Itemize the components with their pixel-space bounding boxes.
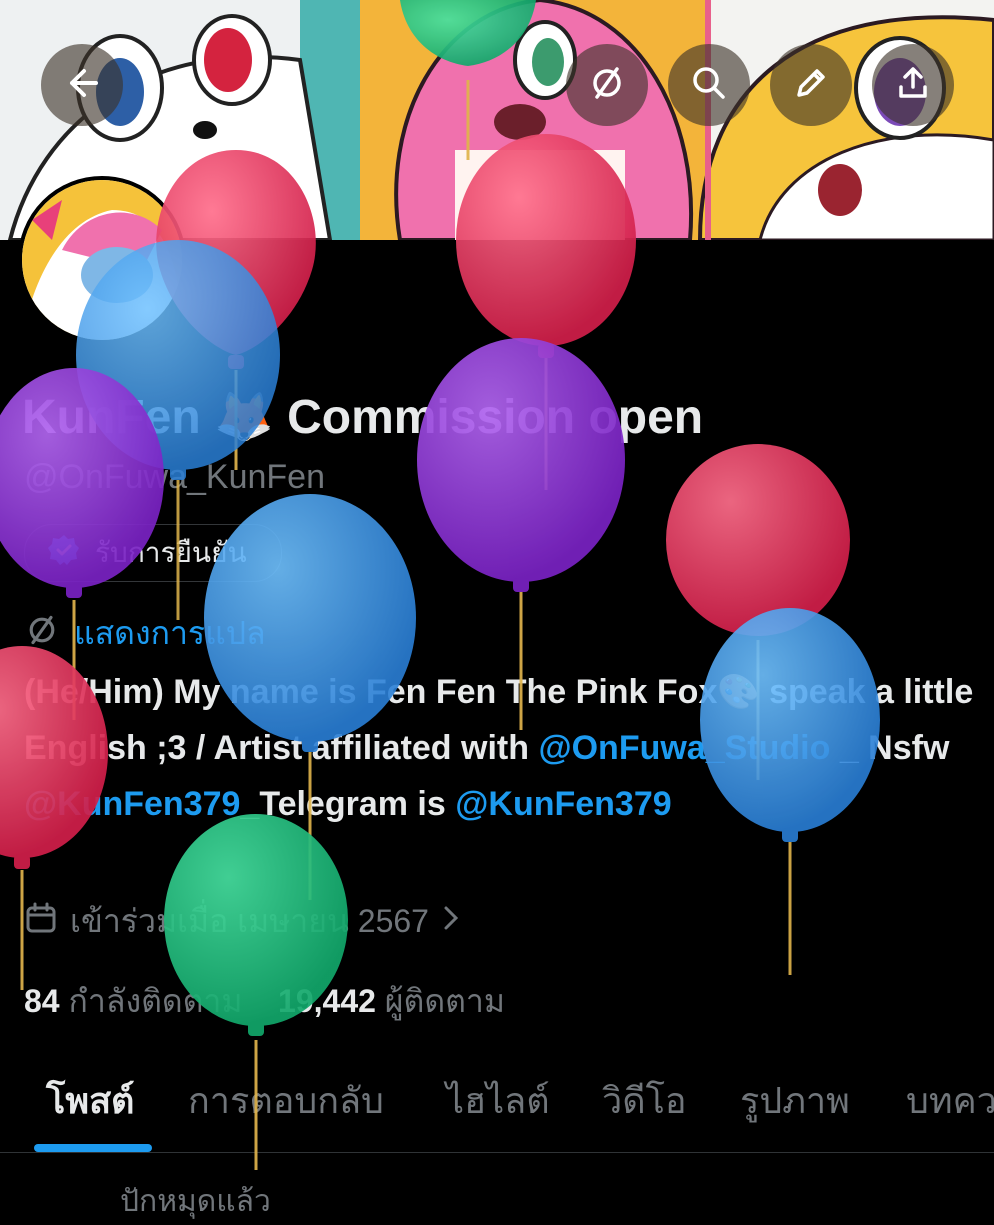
show-translation-link[interactable]: แสดงการแปล [24,608,266,659]
translate-off-icon [24,612,60,656]
tab-highlights[interactable]: ไฮไลต์ [446,1072,550,1129]
tab-videos[interactable]: วิดีโอ [602,1072,687,1129]
pencil-icon [791,63,831,108]
arrow-left-icon [62,63,102,108]
following-link[interactable]: 84 กำลังติดตาม [24,983,242,1019]
profile-tabs: โพสต์ การตอบกลับ ไฮไลต์ วิดีโอ รูปภาพ บท… [0,1060,994,1153]
following-label: กำลังติดตาม [68,983,243,1019]
profile-bio: (He/Him) My name is Fen Fen The Pink Fox… [24,664,984,832]
edit-button[interactable] [770,44,852,126]
bio-text: _Telegram is [240,785,456,823]
active-tab-indicator [34,1144,152,1152]
bio-mention-nsfw[interactable]: @KunFen379 [24,785,240,823]
tab-replies[interactable]: การตอบกลับ [188,1072,384,1129]
get-verified-button[interactable]: รับการยืนยัน [24,524,282,582]
bio-text: _ Nsfw [830,729,950,767]
translate-off-icon [587,63,627,108]
tab-articles[interactable]: บทความ [906,1072,994,1129]
calendar-icon [24,901,58,943]
bio-mention-telegram[interactable]: @KunFen379 [455,785,671,823]
chevron-right-icon [441,903,461,941]
tab-posts[interactable]: โพสต์ [46,1072,134,1129]
search-button[interactable] [668,44,750,126]
search-icon [689,63,729,108]
followers-label: ผู้ติดตาม [384,983,505,1019]
share-icon [893,63,933,108]
following-count: 84 [24,983,60,1019]
tab-media[interactable]: รูปภาพ [740,1072,850,1129]
avatar[interactable] [18,176,186,344]
get-verified-label: รับการยืนยัน [95,537,247,568]
pinned-label: ปักหมุดแล้ว [120,1185,271,1218]
followers-count: 19,442 [278,983,376,1019]
follow-stats: 84 กำลังติดตาม 19,442 ผู้ติดตาม [24,976,505,1027]
display-name: KunFen 🦊 Commission open [22,391,704,444]
back-button[interactable] [41,44,123,126]
show-translation-label: แสดงการแปล [74,615,266,651]
user-handle: @OnFuwa_KunFen [24,458,326,496]
share-button[interactable] [872,44,954,126]
bio-mention-studio[interactable]: @OnFuwa_Studio [538,729,830,767]
verified-badge-icon [47,533,81,574]
join-date-label: เข้าร่วมเมื่อ เมษายน 2567 [70,903,429,939]
followers-link[interactable]: 19,442 ผู้ติดตาม [278,983,505,1019]
join-date[interactable]: เข้าร่วมเมื่อ เมษายน 2567 [24,896,461,947]
translate-off-button[interactable] [566,44,648,126]
